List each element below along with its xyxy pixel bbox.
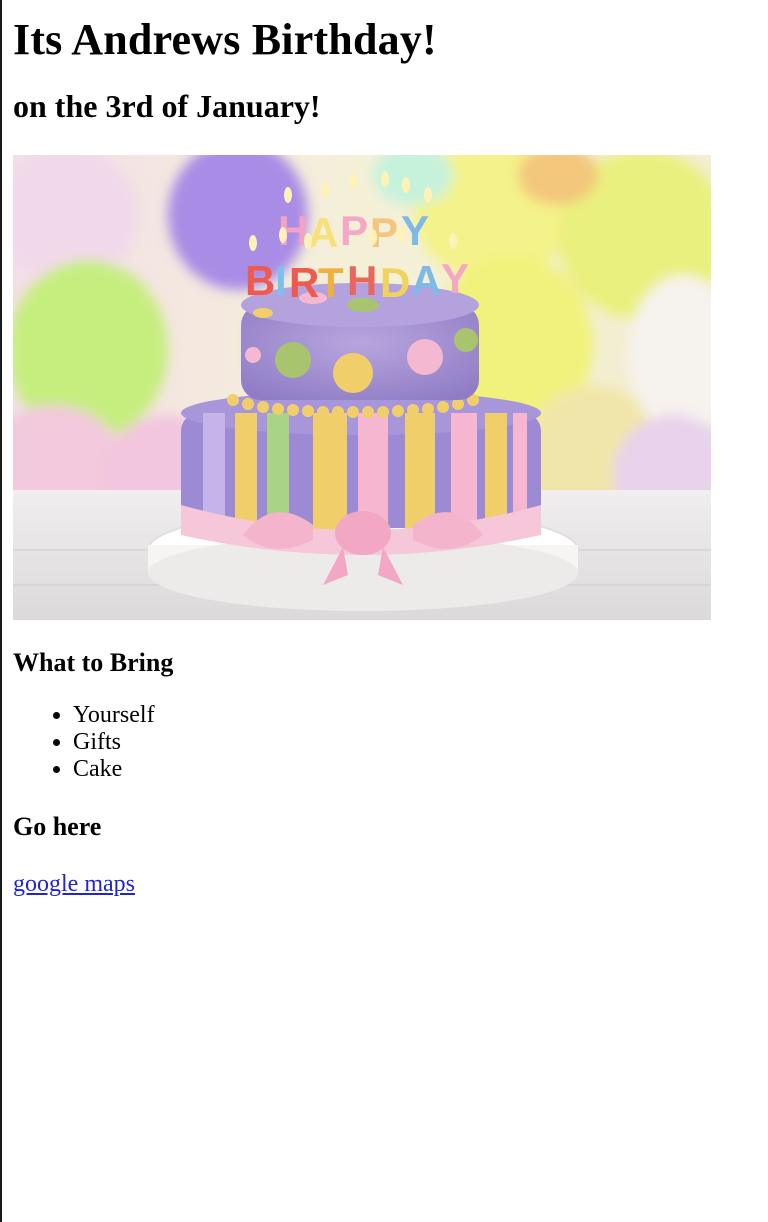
happy-candles: H A P P Y: [278, 207, 429, 256]
what-to-bring-heading: What to Bring: [13, 648, 174, 677]
page-title: Its Andrews Birthday!: [13, 15, 437, 64]
svg-text:R: R: [289, 259, 319, 306]
svg-text:A: A: [308, 209, 338, 256]
list-item: Yourself: [73, 702, 753, 729]
svg-text:D: D: [380, 259, 410, 306]
go-here-heading: Go here: [13, 812, 102, 841]
bring-list: Yourself Gifts Cake: [13, 702, 753, 783]
svg-text:H: H: [347, 257, 377, 304]
svg-text:Y: Y: [441, 255, 469, 302]
page-left-border: [0, 0, 2, 1222]
list-item: Gifts: [73, 729, 753, 756]
list-item: Cake: [73, 756, 753, 783]
svg-text:I: I: [275, 257, 287, 304]
svg-text:T: T: [318, 259, 344, 306]
svg-text:Y: Y: [401, 207, 429, 254]
svg-text:A: A: [411, 257, 441, 304]
birthday-candles: B I R T H D A Y: [245, 255, 469, 306]
google-maps-link[interactable]: google maps: [13, 869, 135, 899]
svg-text:B: B: [245, 257, 275, 304]
page-content: Its Andrews Birthday! on the 3rd of Janu…: [13, 0, 753, 899]
page-subtitle: on the 3rd of January!: [13, 88, 321, 124]
svg-text:P: P: [340, 207, 368, 254]
birthday-cake-image: H A P P Y B I R T H D A Y: [13, 155, 711, 620]
